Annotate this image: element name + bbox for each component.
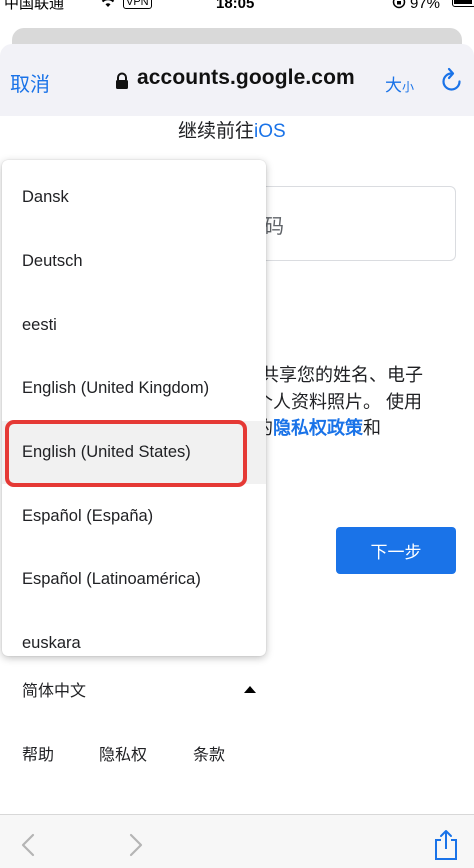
forward-icon[interactable] (126, 833, 146, 857)
text-size-big-label: 大 (385, 76, 402, 95)
privacy-link[interactable]: 隐私权 (99, 741, 147, 765)
browser-toolbar: 取消 accounts.google.com 大小 (0, 44, 474, 116)
language-option-eesti[interactable]: eesti (2, 294, 266, 357)
clock: 18:05 (216, 0, 255, 12)
consent-line-2: 个人资料照片。 使用 (255, 391, 423, 412)
help-link[interactable]: 帮助 (22, 741, 54, 765)
language-option-dansk[interactable]: Dansk (2, 166, 266, 229)
battery-icon (452, 0, 474, 7)
carrier-label: 中国联通 (4, 0, 65, 12)
language-dropdown[interactable]: Dansk Deutsch eesti English (United King… (2, 160, 266, 656)
lock-icon (115, 72, 129, 90)
orientation-lock-icon (392, 0, 406, 14)
consent-line-3-suffix: 和 (363, 418, 381, 438)
next-button[interactable]: 下一步 (336, 527, 456, 574)
language-option-espanol-latinoamerica[interactable]: Español (Latinoamérica) (2, 548, 266, 611)
share-icon[interactable] (433, 829, 459, 861)
status-bar: 中国联通 VPN 18:05 97% (0, 0, 474, 14)
bottom-toolbar (0, 814, 474, 868)
cancel-button[interactable]: 取消 (10, 68, 50, 97)
language-option-espanol-espana[interactable]: Español (España) (2, 485, 266, 548)
url-label[interactable]: accounts.google.com (137, 66, 355, 90)
consent-line-3: 的隐私权政策和 (255, 415, 465, 442)
text-size-small-label: 小 (402, 80, 415, 94)
wifi-icon (98, 0, 118, 14)
battery-percent: 97% (410, 0, 441, 12)
language-option-deutsch[interactable]: Deutsch (2, 230, 266, 293)
terms-link[interactable]: 条款 (193, 741, 225, 765)
language-option-euskara[interactable]: euskara (2, 612, 266, 656)
consent-text: ”共享您的姓名、电子 个人资料照片。 使用 的隐私权政策和 (255, 362, 465, 442)
language-select[interactable]: 简体中文 (22, 677, 262, 701)
text-size-button[interactable]: 大小 (385, 71, 414, 96)
safari-sheet-page: 中国联通 VPN 18:05 97% 取消 accounts.google.co… (0, 0, 474, 868)
back-icon[interactable] (18, 833, 38, 857)
privacy-policy-link[interactable]: 隐私权政策 (273, 418, 363, 438)
continue-app-name: iOS (254, 121, 286, 142)
language-current-value: 简体中文 (22, 683, 87, 700)
continue-prefix: 继续前往 (178, 121, 255, 142)
reload-icon[interactable] (440, 67, 464, 93)
vpn-badge: VPN (123, 0, 152, 9)
consent-line-1: ”共享您的姓名、电子 (255, 365, 423, 385)
language-option-english-us[interactable]: English (United States) (2, 421, 266, 484)
password-placeholder: 码 (264, 216, 284, 238)
language-option-english-uk[interactable]: English (United Kingdom) (2, 357, 266, 420)
caret-up-icon (244, 686, 256, 693)
continue-heading: 继续前往iOS (178, 116, 286, 143)
